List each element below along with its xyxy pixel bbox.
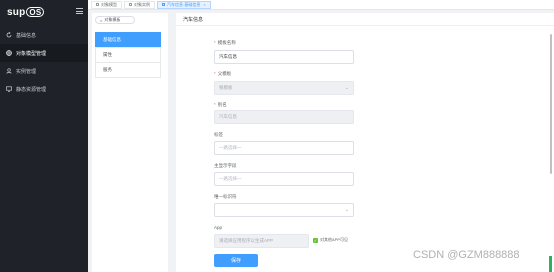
scrollbar-thumb[interactable] xyxy=(550,34,552,174)
sidebar-item-basic-info[interactable]: 基础信息 xyxy=(0,26,88,44)
tags-label: 标签 xyxy=(214,132,223,137)
refresh-icon xyxy=(6,32,12,38)
alias-label: * 别名 xyxy=(214,102,227,107)
page-icon xyxy=(129,3,132,6)
chevron-down-icon: ⌄ xyxy=(344,207,349,213)
check-icon: ✓ xyxy=(313,237,318,243)
tab-bar: 对象模型 对象实例 汽车信息-基础信息 × xyxy=(88,0,554,10)
page-title: 汽车信息 xyxy=(183,17,204,23)
main-display-field-select[interactable]: 一路选择一 xyxy=(214,172,354,186)
sidebar-item-label: 静态资源管理 xyxy=(16,86,47,93)
sidebar-menu: 基础信息 对象模型管理 实例管理 静态资源管理 xyxy=(0,26,88,98)
sidebar-item-label: 对象模型管理 xyxy=(16,50,47,57)
sidebar-item-instances[interactable]: 实例管理 xyxy=(0,62,88,80)
app-input[interactable]: 请选择应用程序以生成APP xyxy=(214,234,309,248)
template-name-label: * 模板名称 xyxy=(214,40,236,45)
detail-nav-list: 基础信息 属性 服务 xyxy=(95,32,161,78)
alias-input[interactable]: 汽车信息 xyxy=(214,110,354,124)
alias-value: 汽车信息 xyxy=(219,114,237,119)
sidebar-item-label: 基础信息 xyxy=(16,32,37,39)
tab-object-model[interactable]: 对象模型 xyxy=(91,0,122,9)
app-placeholder: 请选择应用程序以生成APP xyxy=(219,238,274,243)
sidebar: sup OS 基础信息 对象模型管理 实例管理 静态资源管理 xyxy=(0,0,88,272)
back-button-label: 对象模板 xyxy=(104,17,121,22)
chevron-left-icon: < xyxy=(100,17,103,23)
nav-item-basic-info[interactable]: 基础信息 xyxy=(95,32,161,48)
tags-select[interactable]: 一路选择一 xyxy=(214,141,354,155)
logo: sup OS xyxy=(0,0,88,24)
main-display-field-label: 主显示字段 xyxy=(214,163,237,168)
divider xyxy=(176,25,554,26)
detail-nav: < 对象模板 基础信息 属性 服务 xyxy=(92,13,168,272)
tab-label: 对象实例 xyxy=(134,1,150,7)
save-button[interactable]: 保存 xyxy=(214,254,258,267)
app-root: sup OS 基础信息 对象模型管理 实例管理 静态资源管理 对象模型 对象实例… xyxy=(0,0,554,272)
required-mark: * xyxy=(214,71,216,76)
logo-text: sup xyxy=(7,6,26,18)
template-name-input[interactable]: 汽车信息 xyxy=(214,50,354,64)
sidebar-item-object-model[interactable]: 对象模型管理 xyxy=(0,44,88,62)
required-mark: * xyxy=(214,40,216,45)
template-name-value: 汽车信息 xyxy=(219,54,237,59)
sidebar-item-static-resources[interactable]: 静态资源管理 xyxy=(0,80,88,98)
tab-object-instance[interactable]: 对象实例 xyxy=(124,0,155,9)
sidebar-item-label: 实例管理 xyxy=(16,68,37,75)
parent-template-select[interactable]: 根模板 ⌄ xyxy=(214,81,354,95)
tab-label: 对象模型 xyxy=(101,1,117,7)
scrollbar[interactable] xyxy=(549,14,553,272)
nav-item-services[interactable]: 服务 xyxy=(95,62,161,78)
page-icon xyxy=(162,3,165,6)
watermark: CSDN @GZM888888 xyxy=(413,249,520,261)
app-label: App xyxy=(214,225,223,230)
back-button[interactable]: < 对象模板 xyxy=(95,16,135,24)
unique-identifier-select[interactable]: ⌄ xyxy=(214,203,354,217)
nav-item-properties[interactable]: 属性 xyxy=(95,47,161,63)
tags-placeholder: 一路选择一 xyxy=(219,145,242,150)
chevron-down-icon: ⌄ xyxy=(344,85,349,91)
required-mark: * xyxy=(214,102,216,107)
page-icon xyxy=(96,3,99,6)
parent-template-label: * 父模板 xyxy=(214,71,232,76)
tab-label: 汽车信息-基础信息 xyxy=(167,1,201,7)
app-visible-label: 对其他APP可见 xyxy=(320,237,349,242)
user-icon xyxy=(6,68,12,74)
app-visible-checkbox[interactable]: ✓ 对其他APP可见 xyxy=(313,237,348,243)
globe-icon xyxy=(6,50,12,56)
close-icon[interactable]: × xyxy=(203,2,205,7)
monitor-icon xyxy=(6,86,12,92)
unique-identifier-label: 唯一标识符 xyxy=(214,194,237,199)
menu-toggle-icon[interactable] xyxy=(76,8,83,14)
tab-car-info[interactable]: 汽车信息-基础信息 × xyxy=(157,0,211,9)
main-display-field-placeholder: 一路选择一 xyxy=(219,176,242,181)
logo-os-badge: OS xyxy=(26,7,45,17)
scroll-indicator xyxy=(549,256,552,272)
parent-template-value: 根模板 xyxy=(219,85,233,90)
main-panel: 汽车信息 * 模板名称 汽车信息 * 父模板 根模板 ⌄ * 别名 汽车信息 标签 一… xyxy=(176,13,554,272)
